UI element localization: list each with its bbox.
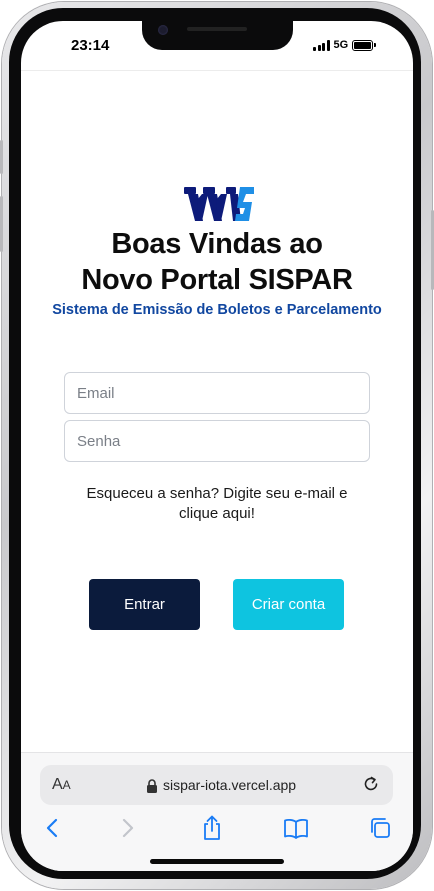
screen: 23:14 5G Boas Vindas ao Novo Portal SISP… bbox=[21, 21, 413, 871]
speaker bbox=[187, 27, 247, 31]
status-time: 23:14 bbox=[71, 37, 110, 54]
browser-toolbar: AA sispar-iota.vercel.app bbox=[21, 752, 413, 871]
login-button[interactable]: Entrar bbox=[89, 579, 200, 630]
reader-label-big: A bbox=[52, 776, 63, 793]
forward-icon bbox=[122, 818, 134, 838]
forgot-password-link[interactable]: Esqueceu a senha? Digite seu e-mail e cl… bbox=[76, 484, 358, 524]
reader-label-small: A bbox=[62, 778, 71, 792]
title-line-2: Novo Portal SISPAR bbox=[81, 264, 353, 296]
network-label: 5G bbox=[333, 39, 349, 51]
share-button[interactable] bbox=[199, 815, 225, 841]
side-button bbox=[0, 196, 3, 252]
status-bar: 23:14 5G bbox=[21, 21, 413, 71]
url-text: sispar-iota.vercel.app bbox=[163, 777, 297, 793]
status-indicators: 5G bbox=[313, 38, 377, 52]
forward-button[interactable] bbox=[115, 815, 141, 841]
home-indicator bbox=[150, 859, 284, 864]
divider bbox=[21, 70, 413, 71]
logo-icon bbox=[184, 187, 254, 221]
reload-icon[interactable] bbox=[362, 775, 380, 793]
signup-button[interactable]: Criar conta bbox=[233, 579, 344, 630]
tabs-button[interactable] bbox=[367, 815, 393, 841]
title-line-1: Boas Vindas ao bbox=[111, 228, 323, 260]
camera-icon bbox=[158, 25, 168, 35]
tabs-icon bbox=[371, 818, 390, 838]
share-icon bbox=[204, 815, 220, 840]
back-button[interactable] bbox=[39, 815, 65, 841]
bookmarks-icon bbox=[284, 818, 308, 839]
notch bbox=[142, 21, 293, 50]
password-field[interactable] bbox=[64, 420, 370, 462]
battery-icon bbox=[352, 39, 377, 51]
reader-mode-button[interactable]: AA bbox=[52, 776, 71, 794]
side-button bbox=[0, 140, 3, 174]
bookmarks-button[interactable] bbox=[283, 815, 309, 841]
page-subtitle: Sistema de Emissão de Boletos e Parcelam… bbox=[52, 302, 382, 318]
page-title: Boas Vindas ao Novo Portal SISPAR bbox=[21, 226, 413, 298]
back-icon bbox=[46, 818, 58, 838]
address-bar[interactable]: AA sispar-iota.vercel.app bbox=[40, 765, 393, 805]
signal-icon bbox=[313, 39, 330, 51]
lock-icon bbox=[147, 779, 157, 793]
email-field[interactable] bbox=[64, 372, 370, 414]
